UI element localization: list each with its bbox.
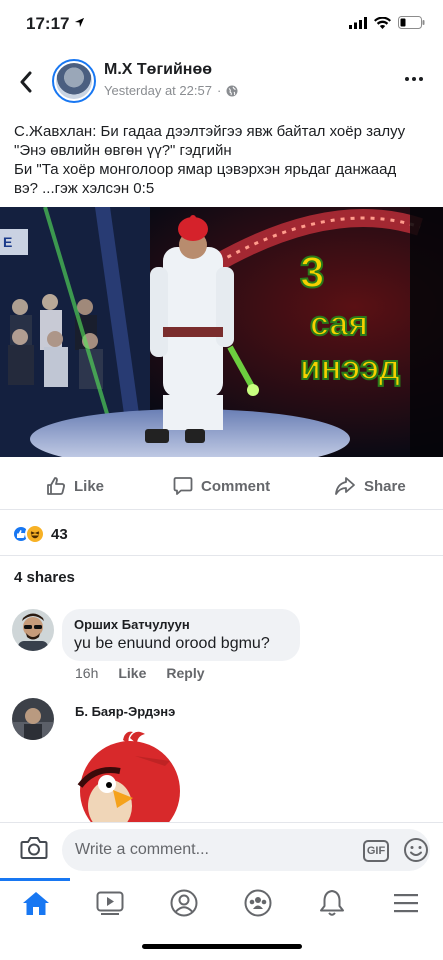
comment-meta: 16h Like Reply <box>75 665 205 681</box>
commenter-avatar[interactable] <box>12 698 54 740</box>
comment-composer: Write a comment... GIF <box>0 822 443 878</box>
tab-notifications[interactable] <box>315 886 349 920</box>
author-avatar[interactable] <box>52 59 96 103</box>
home-icon <box>23 892 49 915</box>
comment-reply-button[interactable]: Reply <box>166 665 204 681</box>
bottom-tab-bar <box>0 878 443 926</box>
comment-bubble[interactable]: Орших Батчулуун yu be enuund orood bgmu? <box>62 609 300 661</box>
commenter-avatar[interactable] <box>12 609 54 651</box>
post-actions: Like Comment Share <box>0 470 443 510</box>
post-timestamp[interactable]: Yesterday at 22:57 <box>104 83 212 98</box>
stage-sign-line1: сая <box>310 305 368 343</box>
tab-home[interactable] <box>19 886 53 920</box>
shares-count[interactable]: 4 shares <box>14 569 75 586</box>
comment-text: yu be enuund orood bgmu? <box>74 635 270 652</box>
stage-sign-line2: инээд <box>300 349 400 387</box>
wifi-icon <box>374 16 391 29</box>
globe-icon <box>226 85 238 96</box>
haha-reaction-icon <box>25 524 45 544</box>
profile-icon <box>170 889 198 917</box>
smiley-icon <box>404 838 428 862</box>
post-meta: Yesterday at 22:57 · <box>104 83 238 98</box>
post-header: М.Х Төгийнөө Yesterday at 22:57 · <box>0 55 443 110</box>
gif-button[interactable]: GIF <box>363 840 389 862</box>
chevron-left-icon <box>20 71 32 93</box>
divider <box>0 555 443 556</box>
home-indicator <box>142 944 302 949</box>
active-tab-indicator <box>0 878 70 881</box>
camera-button[interactable] <box>20 835 48 866</box>
author-name[interactable]: М.Х Төгийнөө <box>104 61 212 79</box>
reaction-count: 43 <box>51 525 68 543</box>
comment-like-button[interactable]: Like <box>118 665 146 681</box>
camera-icon <box>20 837 48 859</box>
post-photo[interactable]: E 3 сая инээд <box>0 207 443 457</box>
status-icons <box>349 16 425 29</box>
groups-icon <box>244 889 272 917</box>
thumbs-up-icon <box>47 477 65 495</box>
like-button[interactable]: Like <box>46 476 104 496</box>
share-button[interactable]: Share <box>334 476 406 496</box>
menu-icon <box>394 894 418 913</box>
reaction-summary[interactable]: 43 <box>12 522 68 546</box>
tab-profile[interactable] <box>167 886 201 920</box>
stage-sign-number: 3 <box>300 248 324 297</box>
commenter-name[interactable]: Орших Батчулуун <box>74 617 288 632</box>
status-bar: 17:17 <box>0 0 443 50</box>
post-text: С.Жавхлан: Би гадаа дээлтэйгээ явж байта… <box>14 123 406 197</box>
signal-icon <box>349 16 367 29</box>
more-options-button[interactable] <box>399 69 429 89</box>
share-arrow-icon <box>335 477 355 495</box>
bell-icon <box>320 890 344 916</box>
battery-icon <box>398 16 425 29</box>
tab-groups[interactable] <box>241 886 275 920</box>
comment-sticker[interactable] <box>75 726 185 822</box>
location-arrow-icon <box>75 17 85 28</box>
emoji-button[interactable] <box>403 837 429 868</box>
back-button[interactable] <box>14 67 38 97</box>
svg-text:E: E <box>3 234 12 250</box>
commenter-name[interactable]: Б. Баяр-Эрдэнэ <box>75 704 175 719</box>
status-time: 17:17 <box>26 14 85 34</box>
video-icon <box>96 891 124 915</box>
comment-time: 16h <box>75 665 99 681</box>
tab-watch[interactable] <box>93 886 127 920</box>
comment-button[interactable]: Comment <box>173 476 270 496</box>
tab-menu[interactable] <box>389 886 423 920</box>
comment-bubble-icon <box>173 477 193 495</box>
